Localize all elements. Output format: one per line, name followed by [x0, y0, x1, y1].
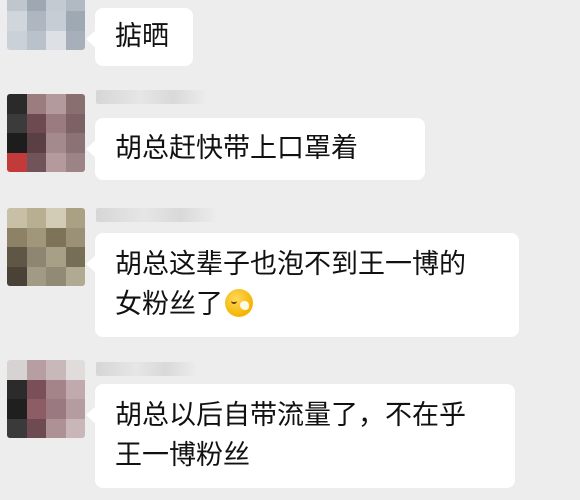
- message-text: 女粉丝了: [115, 289, 223, 320]
- sender-name-blurred: [96, 90, 206, 104]
- avatar[interactable]: [7, 208, 85, 286]
- message-text: 王一博粉丝: [115, 440, 250, 471]
- message-text: 胡总以后自带流量了，不在乎: [115, 400, 466, 431]
- face-with-hand-over-mouth-emoji: [225, 289, 253, 317]
- message-bubble[interactable]: 胡总以后自带流量了，不在乎 王一博粉丝: [86, 384, 515, 488]
- avatar[interactable]: [7, 0, 85, 50]
- sender-name-blurred: [96, 208, 216, 222]
- message-text-line: 女粉丝了: [115, 285, 499, 325]
- message-text: 胡总赶快带上口罩着: [115, 133, 358, 164]
- message-bubble[interactable]: 胡总这辈子也泡不到王一博的 女粉丝了: [86, 233, 519, 337]
- message-text: 掂晒: [115, 21, 169, 52]
- message-bubble[interactable]: 胡总赶快带上口罩着: [86, 118, 425, 180]
- sender-name-blurred: [96, 362, 196, 376]
- message-text: 胡总这辈子也泡不到王一博的: [115, 249, 466, 280]
- avatar[interactable]: [7, 94, 85, 172]
- avatar[interactable]: [7, 360, 85, 438]
- message-bubble[interactable]: 掂晒: [86, 8, 193, 66]
